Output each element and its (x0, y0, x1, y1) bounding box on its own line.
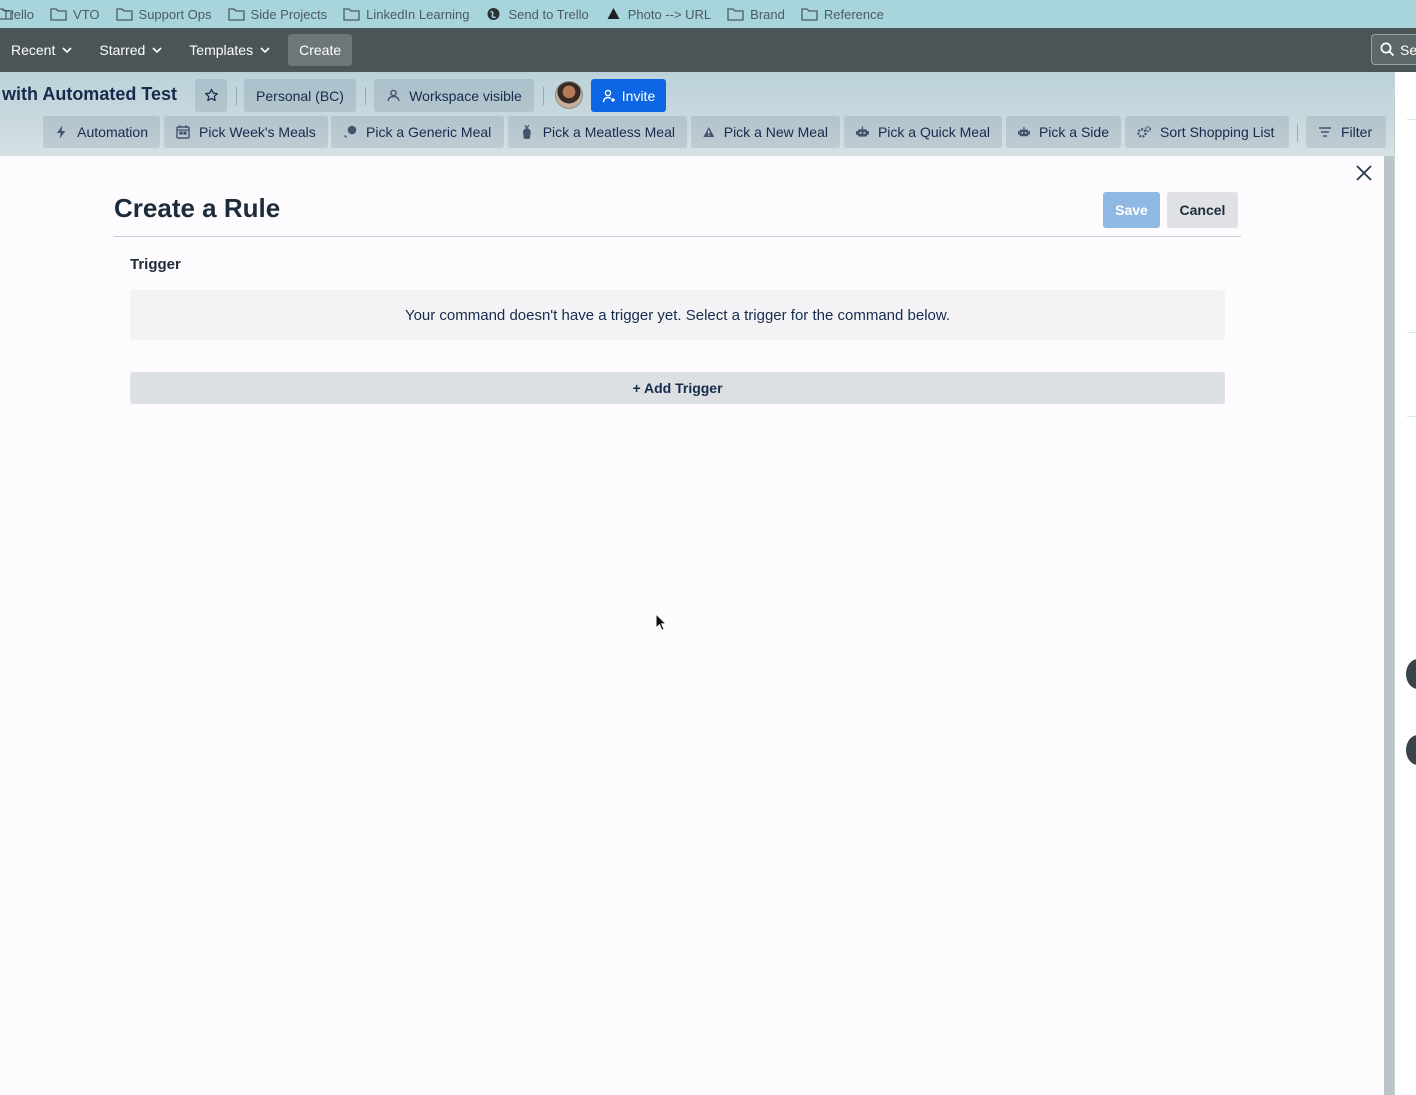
avatar[interactable] (555, 81, 583, 109)
calendar-icon (176, 125, 190, 139)
save-button[interactable]: Save (1103, 192, 1160, 228)
folder-icon (115, 8, 133, 21)
cancel-button[interactable]: Cancel (1167, 192, 1238, 228)
bookmark-reference[interactable]: Reference (801, 7, 884, 22)
divider (236, 87, 237, 105)
robot-icon (856, 126, 869, 137)
command-button-pick-quick-meal[interactable]: Pick a Quick Meal (844, 116, 1002, 148)
folder-icon (727, 8, 744, 21)
filter-icon (1319, 127, 1331, 137)
lightning-icon (56, 125, 66, 139)
warning-icon (703, 126, 715, 138)
visibility-label: Workspace visible (409, 87, 522, 104)
command-label: Pick a Meatless Meal (542, 124, 675, 140)
bookmark-label: Send to Trello (508, 6, 589, 22)
drive-triangle-icon (607, 8, 620, 19)
chevron-down-icon (152, 47, 162, 54)
star-icon (204, 88, 218, 102)
bookmarks-bar: Trello VTO Support Ops Side Projects Lin… (0, 0, 1416, 28)
command-button-pick-new-meal[interactable]: Pick a New Meal (691, 116, 840, 148)
starred-menu[interactable]: Starred (88, 34, 174, 66)
command-label: Pick a Side (1038, 124, 1109, 140)
carrot-icon (522, 125, 531, 139)
board-title[interactable]: with Automated Test (2, 84, 177, 105)
command-button-pick-side[interactable]: Pick a Side (1006, 116, 1121, 148)
modal-scroll-edge (1384, 156, 1394, 1095)
bookmark-label: Support Ops (138, 6, 212, 22)
close-icon[interactable] (1355, 164, 1373, 182)
command-button-pick-generic-meal[interactable]: Pick a Generic Meal (331, 116, 504, 148)
bookmark-photo-url[interactable]: Photo --> URL (605, 7, 711, 22)
drumstick-icon (344, 125, 357, 138)
recent-label: Recent (11, 42, 56, 58)
bookmark-label: Brand (750, 6, 785, 22)
globe-icon (487, 8, 500, 20)
trigger-heading: Trigger (130, 256, 181, 273)
robot-icon (1018, 126, 1030, 137)
bookmark-label: LinkedIn Learning (366, 6, 470, 22)
bookmark-support-ops[interactable]: Support Ops (115, 6, 212, 22)
visibility-button[interactable]: Workspace visible (374, 79, 534, 112)
command-label: Pick a New Meal (723, 124, 828, 140)
search-input[interactable]: Se (1371, 34, 1416, 65)
bookmark-vto[interactable]: VTO (50, 7, 100, 22)
avatar (1406, 735, 1416, 765)
mouse-cursor-icon (655, 613, 667, 631)
bookmark-label: Side Projects (250, 6, 328, 22)
templates-label: Templates (189, 42, 254, 58)
filter-button[interactable]: Filter (1306, 116, 1386, 148)
chevron-down-icon (62, 47, 72, 54)
add-trigger-button[interactable]: + Add Trigger (130, 372, 1225, 404)
command-button-pick-meatless-meal[interactable]: Pick a Meatless Meal (508, 116, 687, 148)
automation-label: Automation (77, 124, 148, 140)
command-button-pick-weeks-meals[interactable]: Pick Week's Meals (164, 116, 328, 148)
folder-icon (343, 8, 360, 21)
starred-label: Starred (99, 42, 146, 58)
filter-label: Filter (1341, 124, 1373, 140)
templates-menu[interactable]: Templates (178, 34, 282, 66)
search-icon (1380, 42, 1395, 57)
divider (365, 87, 366, 105)
bookmark-label: VTO (73, 6, 100, 22)
divider (1407, 119, 1416, 120)
star-board-button[interactable] (195, 79, 227, 112)
gears-icon (1137, 126, 1151, 138)
modal-title: Create a Rule (114, 193, 281, 223)
automation-button[interactable]: Automation (43, 116, 160, 148)
bookmark-label: Reference (823, 6, 884, 22)
command-label: Sort Shopping List (1160, 124, 1275, 140)
no-trigger-notice: Your command doesn't have a trigger yet.… (130, 290, 1225, 340)
bookmark-linkedin-learning[interactable]: LinkedIn Learning (343, 7, 469, 22)
invite-button[interactable]: Invite (591, 79, 666, 112)
divider (1407, 416, 1416, 417)
recent-menu[interactable]: Recent (0, 34, 84, 66)
divider (543, 87, 544, 105)
command-label: Pick Week's Meals (199, 124, 316, 140)
bookmark-send-to-trello[interactable]: Send to Trello (485, 6, 589, 22)
invite-label: Invite (621, 87, 656, 104)
create-button[interactable]: Create (288, 34, 353, 66)
divider (1407, 332, 1416, 333)
bookmark-side-projects[interactable]: Side Projects (227, 6, 328, 22)
search-placeholder: Se (1400, 41, 1416, 58)
board-background-strip (1394, 72, 1416, 1095)
workspace-button[interactable]: Personal (BC) (244, 79, 356, 112)
divider (114, 236, 1241, 237)
avatar (1406, 659, 1416, 689)
folder-icon (0, 8, 13, 20)
team-icon (387, 89, 400, 102)
folder-icon (801, 8, 818, 21)
board-buttons-row: Automation Pick Week's Meals Pick a Gene… (0, 114, 1394, 150)
folder-icon (227, 8, 245, 21)
bookmark-label: Photo --> URL (627, 6, 712, 22)
bookmark-brand[interactable]: Brand (727, 7, 785, 22)
folder-icon (50, 8, 67, 21)
command-label: Pick a Generic Meal (366, 124, 492, 140)
chevron-down-icon (260, 47, 270, 54)
divider (1297, 124, 1298, 142)
command-label: Pick a Quick Meal (877, 124, 990, 140)
top-nav: Recent Starred Templates Create Se (0, 28, 1416, 72)
add-member-icon (602, 89, 615, 102)
command-button-sort-shopping-list[interactable]: Sort Shopping List (1125, 116, 1289, 148)
